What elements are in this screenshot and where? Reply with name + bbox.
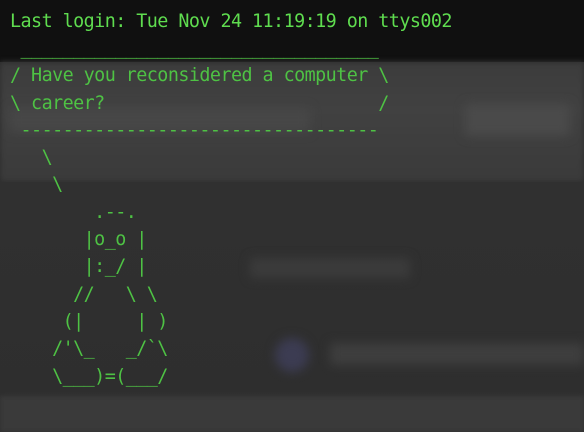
terminal-window[interactable]: Last login: Tue Nov 24 11:19:19 on ttys0… bbox=[0, 0, 584, 432]
login-line: Last login: Tue Nov 24 11:19:19 on ttys0… bbox=[10, 11, 452, 32]
cowsay-output: __________________________________ / Hav… bbox=[10, 38, 389, 387]
